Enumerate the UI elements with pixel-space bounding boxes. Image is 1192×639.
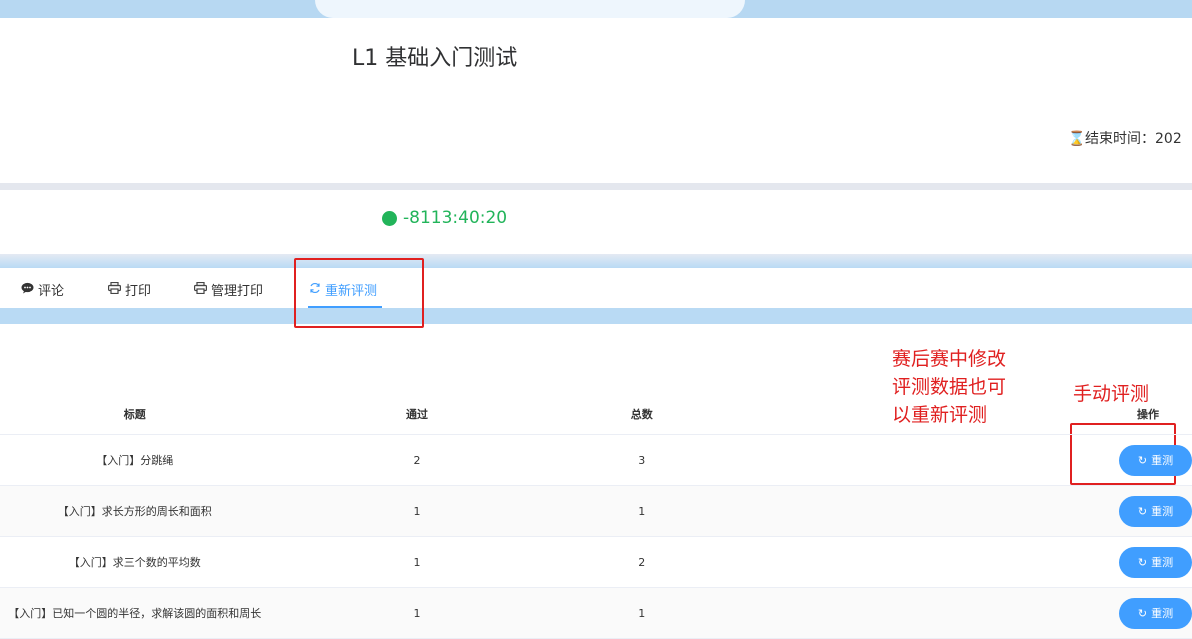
total-count: 1: [564, 587, 719, 639]
rejudge-button[interactable]: ↻ 重测: [1118, 546, 1192, 578]
table-row: 【入门】求三个数的平均数 1 2 ↻ 重测: [0, 536, 1192, 588]
passed-count: 2: [269, 434, 565, 486]
passed-count: 1: [269, 485, 565, 537]
tab-comment[interactable]: 评论: [21, 280, 64, 299]
rejudge-button-label: 重测: [1151, 608, 1174, 620]
highlight-box-rejudge-tab: [294, 258, 424, 328]
column-header-title: 标题: [0, 394, 270, 435]
annotation-line: 赛后赛中修改: [892, 348, 1007, 370]
rejudge-button-label: 重测: [1151, 506, 1174, 518]
column-header-total: 总数: [564, 394, 719, 435]
column-header-action-label: 操作: [1136, 408, 1159, 421]
rejudge-button-label: 重测: [1151, 557, 1174, 569]
divider: [0, 308, 1192, 324]
table-row: 【入门】分跳绳 2 3 ↻ 重测: [0, 434, 1192, 486]
banner-cloud: [315, 0, 745, 18]
divider: [0, 254, 1192, 268]
refresh-icon: ↻: [1137, 556, 1148, 569]
end-time: ⌛结束时间：202: [1068, 128, 1182, 148]
total-count: 2: [564, 536, 719, 588]
refresh-icon: ↻: [1137, 454, 1148, 467]
tab-print-label: 打印: [125, 284, 152, 299]
passed-count: 1: [269, 587, 565, 639]
passed-count: 1: [269, 536, 565, 588]
comment-icon: [21, 282, 34, 297]
rejudge-button[interactable]: ↻ 重测: [1118, 444, 1192, 476]
rejudge-button[interactable]: ↻ 重测: [1118, 597, 1192, 629]
action-cell: ↻ 重测: [718, 434, 1192, 486]
timer-value: -8113:40:20: [403, 208, 508, 228]
action-cell: ↻ 重测: [718, 587, 1192, 639]
printer-icon: [108, 281, 122, 297]
refresh-icon: ↻: [1137, 607, 1148, 620]
tab-bar: 评论 打印 管理打印 重新评测: [0, 268, 1192, 308]
rejudge-button-label: 重测: [1151, 455, 1174, 467]
tab-print[interactable]: 打印: [108, 280, 151, 299]
column-header-action: 操作: [718, 394, 1192, 435]
printer-icon: [194, 281, 208, 297]
end-time-label: 结束时间：202: [1085, 131, 1182, 147]
action-cell: ↻ 重测: [718, 536, 1192, 588]
divider: [0, 183, 1192, 190]
action-cell: ↻ 重测: [718, 485, 1192, 537]
table-row: 【入门】求长方形的周长和面积 1 1 ↻ 重测: [0, 485, 1192, 537]
tab-manage-print-label: 管理打印: [211, 284, 264, 299]
total-count: 1: [564, 485, 719, 537]
timer-card: [0, 190, 1192, 254]
refresh-icon: ↻: [1137, 505, 1148, 518]
hourglass-icon: ⌛: [1068, 131, 1086, 147]
top-banner: [0, 0, 1192, 18]
rejudge-button[interactable]: ↻ 重测: [1118, 495, 1192, 527]
problem-table: 标题 通过 总数 操作 【入门】分跳绳 2 3 ↻ 重测 【入门】求长方形的周长和…: [0, 394, 1192, 639]
problem-title: 【入门】已知一个圆的半径，求解该圆的面积和周长: [0, 587, 270, 639]
countdown-timer: -8113:40:20: [382, 208, 507, 228]
contest-header: [0, 18, 1192, 183]
problem-title: 【入门】分跳绳: [0, 434, 270, 486]
problem-title: 【入门】求长方形的周长和面积: [0, 485, 270, 537]
page-title: L1 基础入门测试: [352, 46, 518, 71]
table-row: 【入门】已知一个圆的半径，求解该圆的面积和周长 1 1 ↻ 重测: [0, 587, 1192, 639]
column-header-passed: 通过: [269, 394, 565, 435]
tab-comment-label: 评论: [38, 284, 65, 299]
table-header-row: 标题 通过 总数 操作: [0, 394, 1192, 435]
problem-title: 【入门】求三个数的平均数: [0, 536, 270, 588]
total-count: 3: [564, 434, 719, 486]
tab-manage-print[interactable]: 管理打印: [194, 280, 263, 299]
status-dot-icon: [382, 210, 397, 226]
